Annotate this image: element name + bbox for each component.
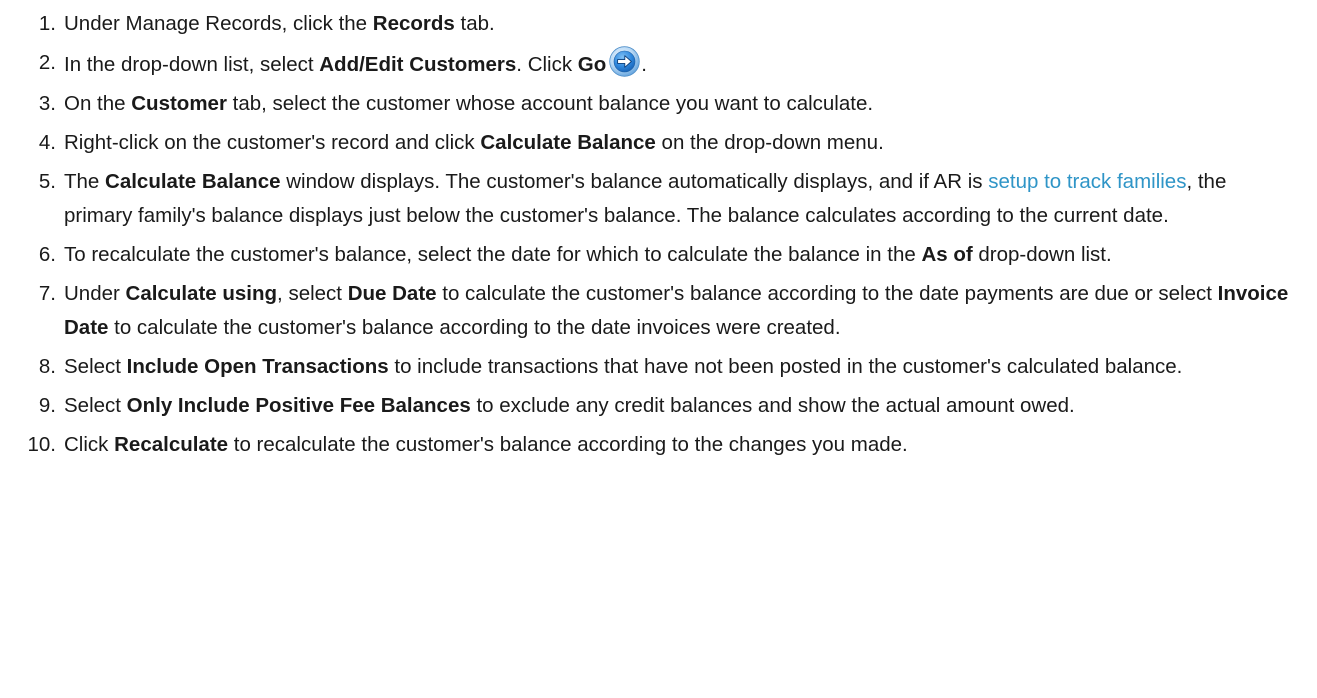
records-tab-term: Records <box>372 12 455 35</box>
recalculate-term: Recalculate <box>114 433 229 456</box>
step-number: 6. <box>38 243 56 266</box>
step-number: 10. <box>27 433 57 456</box>
text: to recalculate the customer's balance ac… <box>228 433 908 456</box>
step-5: 5. The Calculate Balance window displays… <box>0 165 1317 233</box>
text: Select <box>64 355 127 378</box>
calculate-balance-term: Calculate Balance <box>480 131 656 154</box>
text: to include transactions that have not be… <box>388 355 1183 378</box>
instruction-steps: 1. Under Manage Records, click the Recor… <box>0 7 1317 462</box>
step-text: Click Recalculate to recalculate the cus… <box>64 428 1299 462</box>
calculate-balance-term: Calculate Balance <box>105 170 281 193</box>
step-text: Under Calculate using, select Due Date t… <box>64 277 1299 345</box>
text: Right-click on the customer's record and… <box>64 131 481 154</box>
step-9: 9. Select Only Include Positive Fee Bala… <box>0 389 1317 423</box>
step-number: 9. <box>38 394 56 417</box>
text: . Click <box>516 53 578 76</box>
step-text: Right-click on the customer's record and… <box>64 126 1299 160</box>
step-8: 8. Select Include Open Transactions to i… <box>0 350 1317 384</box>
step-6: 6. To recalculate the customer's balance… <box>0 238 1317 272</box>
text: , select <box>277 282 348 305</box>
track-families-link[interactable]: setup to track families <box>988 170 1186 193</box>
text: tab, select the customer whose account b… <box>226 92 874 115</box>
step-2: 2. In the drop-down list, select Add/Edi… <box>0 46 1317 82</box>
text: to exclude any credit balances and show … <box>470 394 1075 417</box>
text: window displays. The customer's balance … <box>280 170 989 193</box>
step-number: 4. <box>38 131 56 154</box>
step-number: 3. <box>38 92 56 115</box>
step-number: 5. <box>38 170 56 193</box>
step-number: 7. <box>38 282 56 305</box>
text: to calculate the customer's balance acco… <box>108 316 841 339</box>
text: Click <box>64 433 115 456</box>
step-number: 8. <box>38 355 56 378</box>
step-number: 1. <box>38 12 56 35</box>
text: Select <box>64 394 127 417</box>
as-of-term: As of <box>921 243 973 266</box>
text: In the drop-down list, select <box>64 53 320 76</box>
step-text: Select Include Open Transactions to incl… <box>64 350 1299 384</box>
include-open-transactions-term: Include Open Transactions <box>126 355 389 378</box>
step-text: The Calculate Balance window displays. T… <box>64 165 1299 233</box>
text: to calculate the customer's balance acco… <box>436 282 1218 305</box>
step-7: 7. Under Calculate using, select Due Dat… <box>0 277 1317 345</box>
step-3: 3. On the Customer tab, select the custo… <box>0 87 1317 121</box>
step-10: 10. Click Recalculate to recalculate the… <box>0 428 1317 462</box>
text: To recalculate the customer's balance, s… <box>64 243 922 266</box>
customer-tab-term: Customer <box>131 92 227 115</box>
text: Under <box>64 282 126 305</box>
text: Under Manage Records, click the <box>64 12 373 35</box>
text: on the drop-down menu. <box>655 131 884 154</box>
step-text: Under Manage Records, click the Records … <box>64 7 1299 41</box>
text: drop-down list. <box>972 243 1112 266</box>
step-number: 2. <box>38 51 56 74</box>
text: On the <box>64 92 132 115</box>
step-4: 4. Right-click on the customer's record … <box>0 126 1317 160</box>
step-text: To recalculate the customer's balance, s… <box>64 238 1299 272</box>
step-text: On the Customer tab, select the customer… <box>64 87 1299 121</box>
due-date-term: Due Date <box>347 282 437 305</box>
calculate-using-term: Calculate using <box>125 282 278 305</box>
only-include-positive-fee-balances-term: Only Include Positive Fee Balances <box>126 394 471 417</box>
step-text: Select Only Include Positive Fee Balance… <box>64 389 1299 423</box>
add-edit-customers-term: Add/Edit Customers <box>319 53 517 76</box>
go-arrow-icon <box>609 46 640 77</box>
step-text: In the drop-down list, select Add/Edit C… <box>64 46 1299 82</box>
text: tab. <box>454 12 495 35</box>
step-1: 1. Under Manage Records, click the Recor… <box>0 7 1317 41</box>
go-term: Go <box>577 53 607 76</box>
text: . <box>641 53 647 76</box>
text: The <box>64 170 106 193</box>
